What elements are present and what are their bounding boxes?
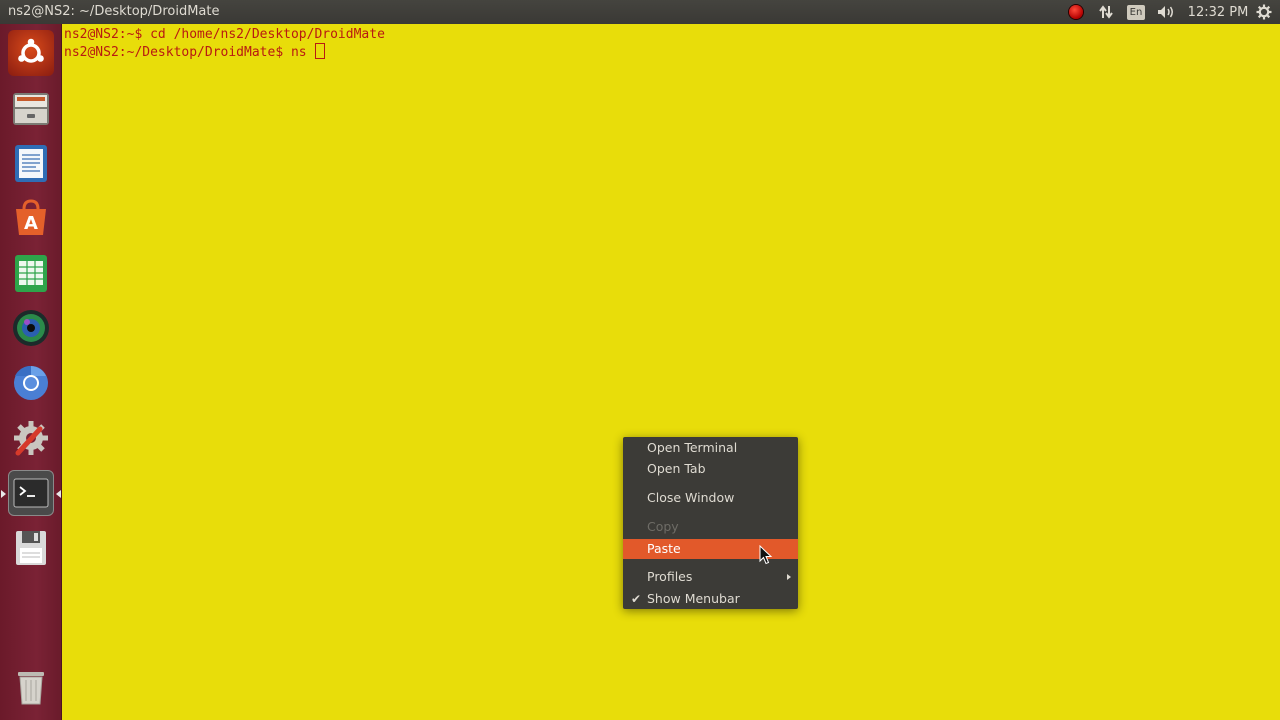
floppy-disk-icon[interactable] <box>8 525 54 571</box>
network-icon[interactable] <box>1096 0 1116 24</box>
software-center-icon[interactable]: A <box>8 195 54 241</box>
top-panel: ns2@NS2: ~/Desktop/DroidMate En 12:32 PM <box>0 0 1280 24</box>
terminal-icon[interactable] <box>1 470 61 516</box>
desktop-screen: ns2@NS2: ~/Desktop/DroidMate En 12:32 PM <box>0 0 1280 720</box>
spreadsheet-icon[interactable] <box>8 250 54 296</box>
menu-item-label: Profiles <box>647 569 693 584</box>
file-cabinet-icon[interactable] <box>8 85 54 131</box>
terminal-prompt-text: ns2@NS2:~/Desktop/DroidMate$ ns <box>64 45 315 60</box>
record-indicator-icon[interactable] <box>1066 0 1086 24</box>
checkmark-icon: ✔ <box>631 592 642 606</box>
menu-item-copy: Copy <box>623 517 798 537</box>
menu-item-label: Paste <box>647 541 681 556</box>
keyboard-layout-label: En <box>1126 4 1146 20</box>
menu-item-label: Close Window <box>647 490 735 505</box>
keyboard-layout-icon[interactable]: En <box>1125 0 1147 24</box>
terminal-line: ns2@NS2:~$ cd /home/ns2/Desktop/DroidMat… <box>64 27 385 42</box>
writer-document-icon[interactable] <box>8 140 54 186</box>
menu-item-open-tab[interactable]: Open Tab <box>623 459 798 479</box>
terminal-prompt-line: ns2@NS2:~/Desktop/DroidMate$ ns <box>64 43 1274 61</box>
mouse-pointer-icon <box>759 544 773 569</box>
text-cursor <box>315 43 326 59</box>
browser-icon[interactable] <box>8 360 54 406</box>
menu-item-label: Copy <box>647 519 679 534</box>
menu-item-close-window[interactable]: Close Window <box>623 488 798 508</box>
submenu-arrow-icon <box>787 574 791 580</box>
menu-item-label: Open Terminal <box>647 440 738 455</box>
launcher: A <box>0 24 62 720</box>
menu-item-label: Show Menubar <box>647 591 740 606</box>
menu-item-profiles[interactable]: Profiles <box>623 567 798 587</box>
clock[interactable]: 12:32 PM <box>1186 0 1250 24</box>
window-title: ns2@NS2: ~/Desktop/DroidMate <box>8 4 220 19</box>
context-menu: Open Terminal Open Tab Close Window Copy… <box>623 437 798 609</box>
menu-item-show-menubar[interactable]: ✔ Show Menubar <box>623 589 798 609</box>
menu-item-label: Open Tab <box>647 461 706 476</box>
trash-icon[interactable] <box>8 664 54 710</box>
svg-text:A: A <box>24 213 38 234</box>
terminal-output[interactable]: ns2@NS2:~$ cd /home/ns2/Desktop/DroidMat… <box>64 26 1274 716</box>
settings-gear-icon[interactable] <box>1254 0 1274 24</box>
menu-item-open-terminal[interactable]: Open Terminal <box>623 438 798 458</box>
settings-tools-icon[interactable] <box>8 415 54 461</box>
photo-viewer-icon[interactable] <box>8 305 54 351</box>
ubuntu-logo-icon[interactable] <box>8 30 54 76</box>
volume-icon[interactable] <box>1154 0 1178 24</box>
